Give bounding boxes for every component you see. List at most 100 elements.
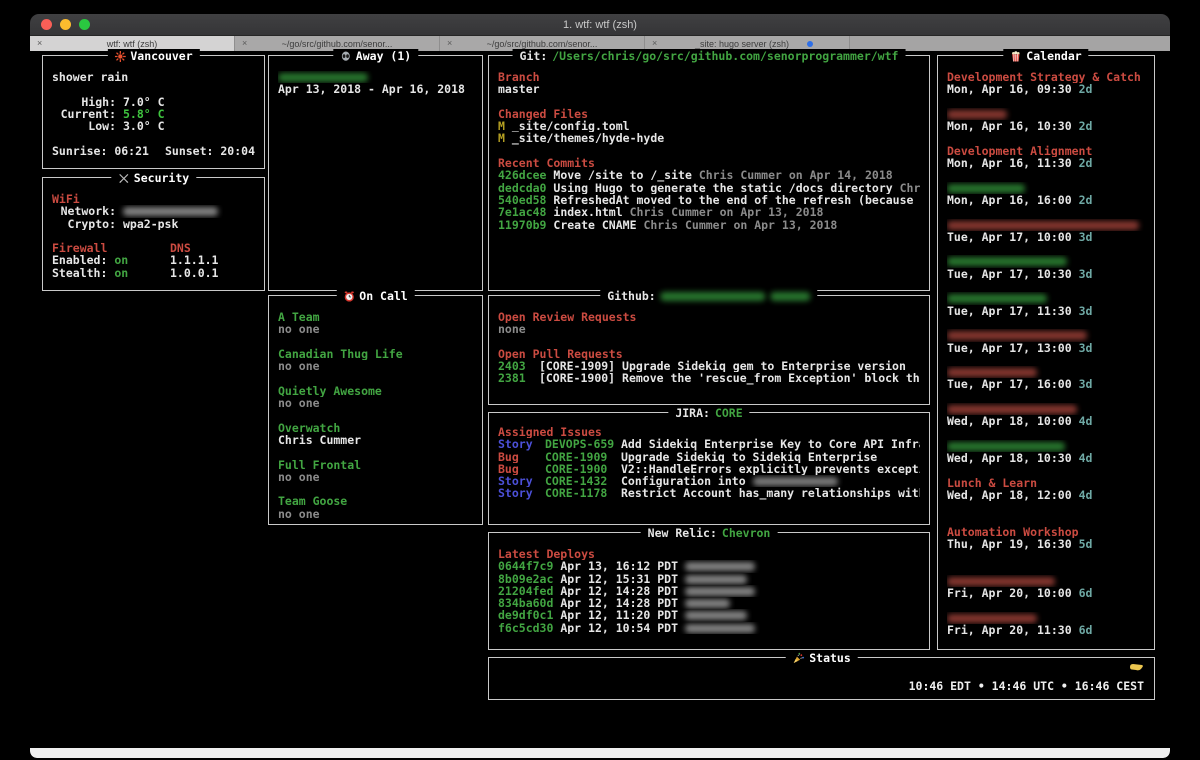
- wifi-header: WiFi: [52, 193, 255, 205]
- event-relative: 3d: [1079, 305, 1093, 317]
- event-title-redacted: [947, 184, 1025, 193]
- firewall-header: Firewall: [52, 242, 170, 254]
- event-title: Development Strategy & Catch Up: [947, 71, 1145, 83]
- current-value: 5.8° C: [123, 108, 165, 120]
- deployer-redacted: [685, 587, 755, 596]
- high-label: High:: [52, 96, 116, 108]
- zoom-window-button[interactable]: [79, 19, 90, 30]
- calendar-panel: Calendar Development Strategy & Catch Up…: [937, 55, 1155, 650]
- event-relative: 4d: [1079, 452, 1093, 464]
- pull-request-row: 2403 [CORE-1909] Upgrade Sidekiq gem to …: [498, 360, 920, 372]
- commit-row: 11970b9 Create CNAME Chris Cummer on Apr…: [498, 219, 920, 231]
- deployer-redacted: [685, 599, 730, 608]
- tab-label: ~/go/src/github.com/senor...: [268, 39, 407, 49]
- event-relative: 6d: [1079, 587, 1093, 599]
- team-person: no one: [278, 397, 473, 409]
- deploy-row: f6c5cd30 Apr 12, 10:54 PDT: [498, 622, 920, 634]
- tab-close-icon[interactable]: ×: [652, 39, 657, 48]
- firewall-stealth-row: Stealth: on: [52, 267, 170, 279]
- terminal-window: 1. wtf: wtf (zsh) × wtf: wtf (zsh) × ~/g…: [30, 14, 1170, 758]
- team-person: no one: [278, 360, 473, 372]
- recent-commits-header: Recent Commits: [498, 157, 920, 169]
- deploy-row: de9df0c1 Apr 12, 11:20 PDT: [498, 609, 920, 621]
- tab-close-icon[interactable]: ×: [447, 39, 452, 48]
- deployer-redacted: [685, 624, 755, 633]
- commit-row: dedcda0 Using Hugo to generate the stati…: [498, 182, 920, 194]
- calendar-event: Tue, Apr 17, 13:00 3d: [947, 329, 1145, 354]
- security-panel: Security WiFi Network: Crypto:wpa2-psk F…: [42, 177, 265, 291]
- deployer-redacted: [685, 611, 747, 620]
- deployer-redacted: [685, 575, 747, 584]
- team-name: Full Frontal: [278, 459, 473, 471]
- team-name: Canadian Thug Life: [278, 348, 473, 360]
- title-bar[interactable]: 1. wtf: wtf (zsh): [30, 14, 1170, 36]
- event-relative: 3d: [1079, 268, 1093, 280]
- event-relative: 2d: [1079, 194, 1093, 206]
- changed-files-header: Changed Files: [498, 108, 920, 120]
- calendar-event: Wed, Apr 18, 10:30 4d: [947, 440, 1145, 465]
- tab-close-icon[interactable]: ×: [37, 39, 42, 48]
- assigned-issues-header: Assigned Issues: [498, 426, 920, 438]
- tab-label: ~/go/src/github.com/senor...: [473, 39, 612, 49]
- low-label: Low:: [52, 120, 116, 132]
- team-person: no one: [278, 508, 473, 520]
- deploy-row: 834ba60d Apr 12, 14:28 PDT: [498, 597, 920, 609]
- team-name: Overwatch: [278, 422, 473, 434]
- event-date: Mon, Apr 16, 16:00: [947, 194, 1072, 206]
- team-person: no one: [278, 471, 473, 483]
- dns-secondary: 1.0.0.1: [170, 267, 218, 279]
- high-value: 7.0° C: [123, 96, 165, 108]
- github-panel: Github: Open Review Requests none Open P…: [488, 295, 930, 405]
- team-name: Team Goose: [278, 495, 473, 507]
- away-panel: Away (1) Apr 13, 2018 - Apr 16, 2018: [268, 55, 483, 291]
- deploy-row: 0644f7c9 Apr 13, 16:12 PDT: [498, 560, 920, 572]
- weather-condition: shower rain: [52, 71, 255, 83]
- event-title-redacted: [947, 442, 1065, 451]
- event-title-redacted: [947, 221, 1139, 230]
- dns-header: DNS: [170, 242, 191, 254]
- event-title-redacted: [947, 294, 1047, 303]
- commit-row: 426dcee Move /site to /_site Chris Cumme…: [498, 169, 920, 181]
- newrelic-panel: New Relic: Chevron Latest Deploys 0644f7…: [488, 532, 930, 650]
- event-relative: 6d: [1079, 624, 1093, 636]
- current-label: Current:: [52, 108, 116, 120]
- tab-close-icon[interactable]: ×: [242, 39, 247, 48]
- event-date: Thu, Apr 19, 16:30: [947, 538, 1072, 550]
- calendar-event: Development Alignment Mon, Apr 16, 11:30…: [947, 145, 1145, 170]
- event-relative: 4d: [1079, 415, 1093, 427]
- event-title-redacted: [947, 331, 1087, 340]
- jira-issue-row: StoryCORE-1432Configuration into: [498, 475, 920, 487]
- branch-header: Branch: [498, 71, 920, 83]
- event-date: Mon, Apr 16, 11:30: [947, 157, 1072, 169]
- minimize-window-button[interactable]: [60, 19, 71, 30]
- sunrise: Sunrise: 06:21: [52, 145, 149, 157]
- event-date: Mon, Apr 16, 09:30: [947, 83, 1072, 95]
- calendar-event: Development Strategy & Catch Up Mon, Apr…: [947, 71, 1145, 96]
- event-title: Lunch & Learn: [947, 477, 1145, 489]
- event-date: Wed, Apr 18, 10:30: [947, 452, 1072, 464]
- team-name: A Team: [278, 311, 473, 323]
- event-date: Fri, Apr 20, 11:30: [947, 624, 1072, 636]
- team-person: no one: [278, 323, 473, 335]
- dns-primary: 1.1.1.1: [170, 254, 218, 266]
- network-name-redacted: [123, 207, 218, 216]
- deploy-row: 8b09e2ac Apr 12, 15:31 PDT: [498, 573, 920, 585]
- jira-summary-redacted: [753, 477, 838, 486]
- event-title-redacted: [947, 110, 1007, 119]
- pointing-hand-icon: [1129, 662, 1144, 672]
- deployer-redacted: [685, 562, 755, 571]
- close-window-button[interactable]: [41, 19, 52, 30]
- calendar-event: Tue, Apr 17, 16:00 3d: [947, 366, 1145, 391]
- event-relative: 3d: [1079, 342, 1093, 354]
- event-date: Tue, Apr 17, 16:00: [947, 378, 1072, 390]
- event-relative: 3d: [1079, 378, 1093, 390]
- calendar-event: Tue, Apr 17, 10:00 3d: [947, 219, 1145, 244]
- event-relative: 2d: [1079, 83, 1093, 95]
- tab-label: wtf: wtf (zsh): [93, 39, 172, 49]
- commit-row: 7e1ac48 index.html Chris Cummer on Apr 1…: [498, 206, 920, 218]
- review-requests-empty: none: [498, 323, 920, 335]
- commit-row: 540ed58 RefreshedAt moved to the end of …: [498, 194, 920, 206]
- team-person: Chris Cummer: [278, 434, 473, 446]
- event-title: Automation Workshop: [947, 526, 1145, 538]
- event-relative: 2d: [1079, 157, 1093, 169]
